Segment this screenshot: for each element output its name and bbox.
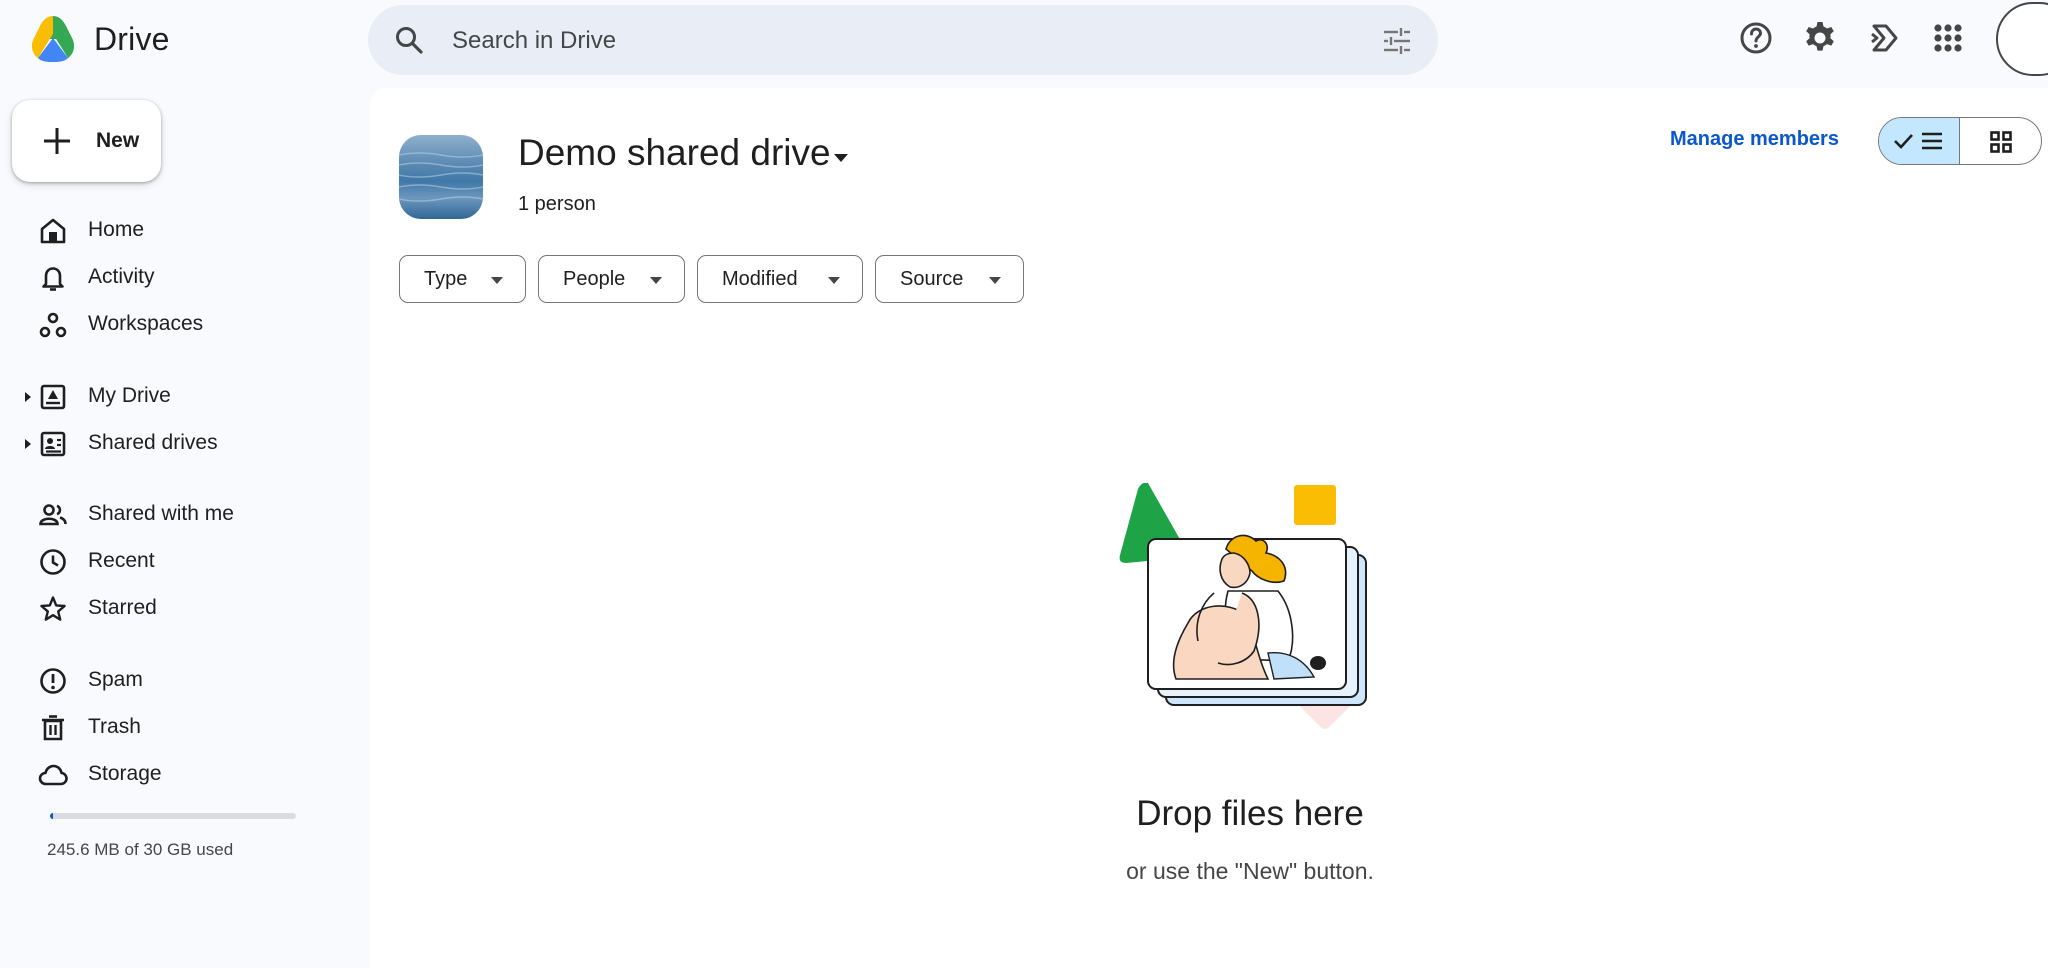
search-options-icon[interactable] (1382, 27, 1412, 55)
sidebar-item-storage[interactable]: Storage (0, 750, 360, 796)
expand-arrow-icon[interactable] (24, 438, 32, 450)
main-panel: Demo shared drive 1 person Manage member… (370, 88, 2048, 968)
sidebar-item-label: Trash (88, 715, 141, 738)
title-dropdown-arrow-icon[interactable] (833, 153, 849, 163)
check-list-icon (1894, 132, 1942, 150)
workspaces-icon (39, 312, 67, 338)
expand-arrow-icon[interactable] (24, 391, 32, 403)
filter-chip-modified[interactable]: Modified (697, 255, 863, 303)
filter-chip-label: Source (900, 268, 964, 290)
filter-chip-source[interactable]: Source (875, 255, 1024, 303)
filter-chip-label: People (563, 268, 626, 290)
spam-icon (40, 668, 66, 694)
sidebar-item-label: My Drive (88, 384, 171, 407)
sidebar-item-my-drive[interactable]: My Drive (0, 372, 360, 418)
star-icon (40, 596, 66, 621)
help-icon[interactable] (1738, 20, 1774, 56)
shared-drive-title[interactable]: Demo shared drive (518, 132, 831, 174)
filter-chip-label: Type (424, 268, 468, 290)
trash-icon (42, 715, 64, 741)
new-button-label: New (96, 129, 140, 152)
drive-logo-icon (31, 16, 75, 62)
sidebar-item-label: Activity (88, 265, 155, 288)
sidebar-item-home[interactable]: Home (0, 206, 360, 252)
sidebar-item-label: Recent (88, 549, 155, 572)
manage-members-link[interactable]: Manage members (1670, 128, 1839, 151)
sidebar-item-label: Starred (88, 596, 157, 619)
shared-drives-icon (40, 431, 66, 457)
search-icon[interactable] (394, 25, 424, 55)
cloud-icon (38, 764, 68, 786)
empty-state-title: Drop files here (1136, 794, 1364, 833)
sidebar-item-shared-drives[interactable]: Shared drives (0, 419, 360, 465)
new-button[interactable]: New (12, 100, 161, 182)
drive-logo[interactable]: Drive (26, 14, 170, 64)
storage-progress-fill (50, 813, 53, 819)
storage-progress-bar (50, 813, 296, 819)
dropdown-arrow-icon (650, 277, 662, 284)
shared-drive-thumbnail (399, 135, 483, 219)
clock-icon (40, 549, 66, 575)
grid-icon (1990, 131, 2012, 153)
list-view-button[interactable] (1879, 118, 1960, 164)
sidebar-item-label: Shared drives (88, 431, 218, 454)
filter-chip-type[interactable]: Type (399, 255, 526, 303)
dropdown-arrow-icon (491, 277, 503, 284)
sidebar-item-label: Shared with me (88, 502, 234, 525)
empty-state-illustration (1119, 483, 1367, 729)
sidebar-item-shared-with-me[interactable]: Shared with me (0, 490, 360, 536)
sidebar-item-spam[interactable]: Spam (0, 656, 360, 702)
dropdown-arrow-icon (828, 277, 840, 284)
settings-icon[interactable] (1802, 20, 1838, 56)
account-button[interactable] (1996, 2, 2048, 76)
sidebar-item-workspaces[interactable]: Workspaces (0, 300, 360, 346)
plus-icon (44, 128, 70, 154)
grid-view-button[interactable] (1960, 118, 2041, 164)
search-bar[interactable]: Search in Drive (368, 5, 1438, 75)
filter-chip-label: Modified (722, 268, 798, 290)
my-drive-icon (40, 384, 66, 410)
sidebar-item-label: Workspaces (88, 312, 204, 335)
bell-icon (42, 267, 64, 291)
member-count: 1 person (518, 193, 596, 215)
search-input[interactable]: Search in Drive (452, 27, 616, 55)
empty-state-subtitle: or use the "New" button. (1126, 858, 1374, 884)
filter-chip-people[interactable]: People (538, 255, 685, 303)
sidebar-item-activity[interactable]: Activity (0, 253, 360, 299)
app-name: Drive (94, 20, 170, 57)
top-bar: Drive Search in Drive (0, 0, 2048, 84)
view-toggle (1878, 117, 2042, 165)
sidebar-item-label: Home (88, 218, 145, 241)
sidebar-item-recent[interactable]: Recent (0, 537, 360, 583)
sidebar-item-label: Spam (88, 668, 143, 691)
storage-usage-text: 245.6 MB of 30 GB used (47, 840, 234, 859)
home-icon (40, 218, 66, 244)
sidebar-item-trash[interactable]: Trash (0, 703, 360, 749)
water-theme-image (399, 152, 483, 202)
apps-grid-icon[interactable] (1930, 20, 1966, 56)
dropdown-arrow-icon (989, 277, 1001, 284)
people-icon (39, 504, 67, 526)
gemini-spark-icon[interactable] (1866, 20, 1902, 56)
sidebar-item-label: Storage (88, 762, 162, 785)
sidebar-item-starred[interactable]: Starred (0, 584, 360, 630)
